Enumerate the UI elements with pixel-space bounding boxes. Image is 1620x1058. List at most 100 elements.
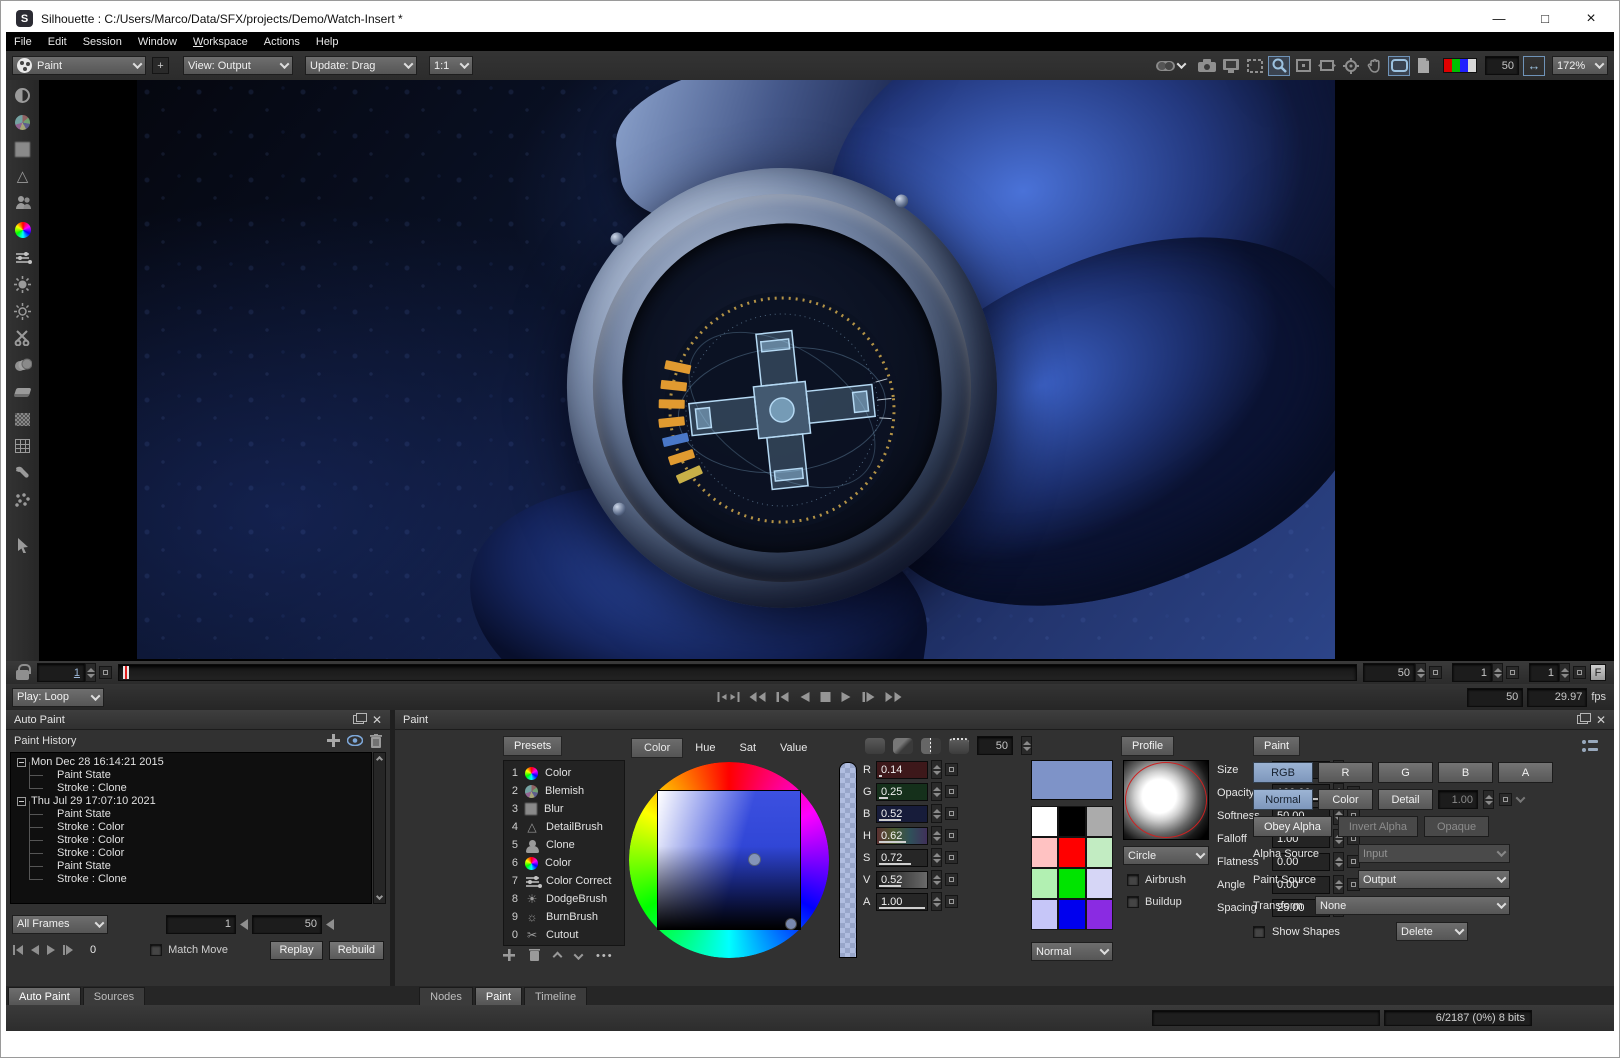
color-correct-tool-icon[interactable] — [13, 248, 33, 266]
channels-toggle-icon[interactable] — [1155, 56, 1177, 76]
invert-alpha-button[interactable]: Invert Alpha — [1338, 816, 1418, 837]
tree-leaf[interactable]: Paint State — [17, 860, 371, 873]
channel-spinner[interactable] — [931, 804, 942, 823]
channel-spinner[interactable] — [931, 760, 942, 779]
channel-spinner[interactable] — [931, 848, 942, 867]
mode-color-button[interactable]: Color — [1318, 789, 1373, 810]
channel-bars-icon[interactable] — [1443, 58, 1477, 73]
channel-spinner[interactable] — [931, 826, 942, 845]
chevron-down-icon[interactable] — [1177, 59, 1187, 69]
node-mode-dropdown[interactable]: Paint — [12, 56, 146, 75]
match-move-checkbox[interactable] — [150, 944, 162, 956]
buildup-checkbox[interactable] — [1127, 896, 1139, 908]
channel-keyframe-button[interactable] — [945, 829, 958, 842]
end-frame-spinner[interactable] — [1415, 663, 1426, 682]
preset-item[interactable]: 0✂Cutout — [504, 926, 624, 944]
swatch[interactable] — [1058, 837, 1085, 868]
menu-actions[interactable]: Actions — [256, 36, 308, 48]
channel-r-field[interactable]: 0.14 — [876, 761, 928, 779]
tree-leaf[interactable]: Stroke : Clone — [17, 873, 371, 886]
channel-spinner[interactable] — [931, 782, 942, 801]
replay-button[interactable]: Replay — [270, 941, 322, 960]
play-icon[interactable] — [841, 690, 853, 704]
play-reverse-icon[interactable] — [799, 690, 811, 704]
channel-keyframe-button[interactable] — [945, 763, 958, 776]
mode-normal-button[interactable]: Normal — [1253, 789, 1313, 810]
menu-workspace[interactable]: Workspace — [185, 36, 256, 48]
tab-timeline[interactable]: Timeline — [524, 987, 587, 1005]
tree-leaf[interactable]: Stroke : Clone — [17, 782, 371, 795]
step-forward-icon[interactable] — [862, 690, 876, 704]
tab-sources[interactable]: Sources — [83, 987, 145, 1005]
preset-item[interactable]: 1Color — [504, 764, 624, 782]
sv-selector[interactable] — [748, 853, 761, 866]
channel-b-field[interactable]: 0.52 — [876, 805, 928, 823]
paint-history-tree[interactable]: Mon Dec 28 16:14:21 2015 Paint State Str… — [10, 752, 372, 904]
swatch[interactable] — [1058, 899, 1085, 930]
opaque-button[interactable]: Opaque — [1424, 816, 1489, 837]
swatch[interactable] — [1031, 806, 1058, 837]
title-bar[interactable]: S Silhouette : C:/Users/Marco/Data/SFX/p… — [6, 5, 1614, 32]
collapse-icon[interactable] — [17, 758, 26, 767]
monitor-icon[interactable] — [1220, 56, 1242, 76]
mix-spinner[interactable] — [1021, 736, 1032, 755]
mode-detail-button[interactable]: Detail — [1378, 789, 1433, 810]
end-frame-field[interactable]: 50 — [1363, 663, 1415, 682]
paint-panel-header[interactable]: Paint ✕ — [395, 710, 1614, 730]
maximize-button[interactable]: □ — [1522, 5, 1568, 32]
blemish-tool-icon[interactable] — [13, 113, 33, 131]
channel-keyframe-button[interactable] — [945, 873, 958, 886]
detail-keyframe-button[interactable] — [1499, 793, 1512, 806]
replay-forward-icon[interactable] — [46, 944, 56, 956]
pan-hand-icon[interactable] — [1364, 56, 1386, 76]
add-preset-icon[interactable] — [503, 949, 515, 964]
timeline-scrubber[interactable] — [118, 664, 1357, 681]
tab-color[interactable]: Color — [631, 738, 683, 758]
swatch[interactable] — [1086, 899, 1113, 930]
alpha-gradient-bar[interactable] — [839, 762, 857, 958]
channel-b-button[interactable]: B — [1438, 762, 1493, 783]
range-end-arrow-icon[interactable] — [326, 919, 334, 930]
brush-shape-dropdown[interactable]: Circle — [1123, 846, 1209, 865]
preset-item[interactable]: 7Color Correct — [504, 872, 624, 890]
channel-spinner[interactable] — [931, 892, 942, 911]
brush-size-field[interactable]: 50 — [1485, 56, 1519, 75]
swatch[interactable] — [1086, 837, 1113, 868]
paint-source-dropdown[interactable]: Output — [1358, 870, 1510, 889]
tree-node[interactable]: Thu Jul 29 17:07:10 2021 — [17, 795, 371, 808]
split-view-icon[interactable] — [921, 738, 941, 754]
tree-leaf[interactable]: Stroke : Color — [17, 834, 371, 847]
stamp-tool-icon[interactable] — [13, 356, 33, 374]
detail-amount-field[interactable]: 1.00 — [1438, 790, 1478, 809]
menu-window[interactable]: Window — [130, 36, 185, 48]
presets-header[interactable]: Presets — [503, 736, 562, 756]
snapshot-camera-icon[interactable] — [1196, 56, 1218, 76]
menu-file[interactable]: File — [6, 36, 40, 48]
update-dropdown[interactable]: Update: Drag — [305, 56, 417, 75]
swatch[interactable] — [1031, 899, 1058, 930]
blend-mode-dropdown[interactable]: Normal — [1031, 942, 1113, 961]
notes-page-icon[interactable] — [1412, 56, 1434, 76]
menu-session[interactable]: Session — [75, 36, 130, 48]
playback-frame-field[interactable]: 50 — [1467, 688, 1523, 707]
center-target-icon[interactable] — [1340, 56, 1362, 76]
detail-tool-icon[interactable]: △ — [13, 167, 33, 185]
frame-spinner[interactable] — [85, 663, 96, 682]
close-panel-icon[interactable]: ✕ — [1596, 714, 1606, 726]
channel-s-field[interactable]: 0.72 — [876, 849, 928, 867]
channel-keyframe-button[interactable] — [945, 807, 958, 820]
chevron-down-icon[interactable] — [1516, 793, 1526, 803]
presets-list[interactable]: 1Color 2Blemish 3Blur 4△DetailBrush 5Clo… — [503, 760, 625, 946]
contrast-tool-icon[interactable] — [13, 86, 33, 104]
rewind-icon[interactable] — [749, 690, 767, 704]
repair-tool-icon[interactable] — [13, 464, 33, 482]
burn-tool-icon[interactable] — [13, 302, 33, 320]
play-mode-dropdown[interactable]: Play: Loop — [12, 688, 104, 707]
history-scrollbar[interactable] — [373, 752, 386, 904]
end-keyframe-button[interactable] — [1429, 666, 1442, 679]
channel-keyframe-button[interactable] — [945, 785, 958, 798]
viewport-area[interactable] — [6, 80, 1614, 661]
step-spinner[interactable] — [1559, 663, 1570, 682]
stop-icon[interactable] — [820, 690, 832, 704]
transform-dropdown[interactable]: None — [1315, 896, 1510, 915]
